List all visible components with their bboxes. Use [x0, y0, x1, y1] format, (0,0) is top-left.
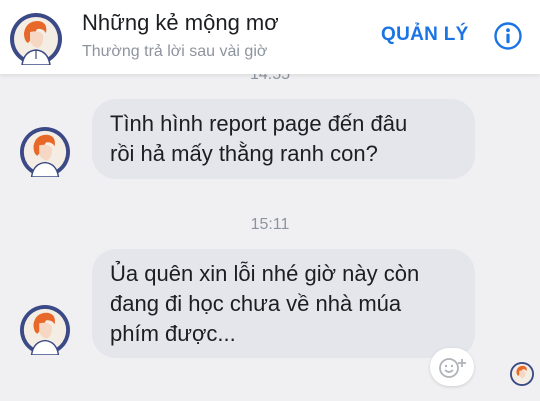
info-icon[interactable] — [493, 21, 523, 51]
message-bubble[interactable]: Ủa quên xin lỗi nhé giờ này còn đang đi … — [92, 249, 475, 358]
message-line: rồi hả mấy thằng ranh con? — [110, 141, 378, 166]
chat-screen: 14:55 Những kẻ mộng mơ Thường trả lời sa… — [0, 0, 540, 401]
add-reaction-icon[interactable] — [430, 348, 474, 386]
message-bubble[interactable]: Tình hình report page đến đâu rồi hả mấy… — [92, 99, 475, 179]
message-line: phím được... — [110, 321, 236, 346]
sender-avatar[interactable] — [20, 127, 70, 177]
sender-avatar[interactable] — [20, 305, 70, 355]
timestamp: 15:11 — [250, 216, 290, 233]
seen-avatar-icon — [510, 362, 534, 386]
chat-status: Thường trả lời sau vài giờ — [82, 43, 268, 60]
chat-header: Những kẻ mộng mơ Thường trả lời sau vài … — [0, 0, 540, 74]
message-line: Ủa quên xin lỗi nhé giờ này còn — [110, 261, 420, 286]
chat-title: Những kẻ mộng mơ — [82, 10, 279, 35]
message-line: đang đi học chưa về nhà múa — [110, 291, 402, 316]
group-avatar[interactable] — [10, 13, 62, 65]
message-line: Tình hình report page đến đâu — [110, 111, 408, 136]
manage-button[interactable]: QUẢN LÝ — [381, 24, 469, 46]
